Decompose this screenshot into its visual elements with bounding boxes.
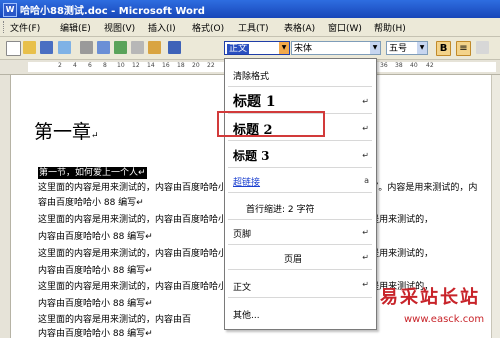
menu-grip[interactable]: [3, 21, 6, 33]
chevron-down-icon[interactable]: ▼: [279, 42, 289, 54]
style-option-heading-3[interactable]: 标题 3 ↵: [228, 142, 372, 168]
menu-help[interactable]: 帮助(H): [374, 21, 406, 34]
menu-window[interactable]: 窗口(W): [328, 21, 362, 34]
ruler-tick: 22: [207, 62, 215, 69]
style-value: 正文: [227, 44, 250, 54]
paragraph-mark: ↵: [362, 228, 369, 237]
body-line[interactable]: 内容由百度哈哈小 88 编写↵: [38, 298, 153, 310]
ruler-tick: 16: [162, 62, 170, 69]
font-dropdown[interactable]: 宋体 ▼: [291, 41, 381, 55]
bold-button[interactable]: B: [436, 41, 451, 56]
paragraph-mark: ↵: [362, 280, 369, 289]
menu-view[interactable]: 视图(V): [104, 21, 135, 34]
print-icon[interactable]: [80, 41, 93, 54]
menu-edit[interactable]: 编辑(E): [60, 21, 91, 34]
ruler-tick: 42: [426, 62, 434, 69]
font-size-dropdown[interactable]: 五号 ▼: [386, 41, 428, 55]
heading-text: 第一章: [34, 121, 92, 143]
paragraph-mark: ↵: [362, 253, 369, 262]
body-line[interactable]: 内容由百度哈哈小 88 编写↵: [38, 231, 153, 243]
paragraph-mark: ↵: [91, 131, 99, 141]
save-icon[interactable]: [40, 41, 53, 54]
vertical-scrollbar[interactable]: [491, 75, 500, 338]
paragraph-mark: ↵: [362, 124, 369, 133]
watermark-url: www.easck.com: [404, 314, 485, 325]
style-option-footer[interactable]: 页脚 ↵: [228, 221, 372, 245]
style-dropdown-list: 清除格式 标题 1 ↵ 标题 2 ↵ 标题 3 ↵ 超链接 a 首行缩进: 2 …: [224, 58, 377, 330]
style-option-label: 首行缩进: 2 字符: [246, 205, 315, 215]
watermark-logo: 易采站长站: [380, 287, 480, 308]
menu-file[interactable]: 文件(F): [10, 21, 40, 34]
body-line[interactable]: 内容由百度哈哈小 88 编写↵: [38, 328, 153, 340]
new-document-icon[interactable]: [6, 41, 21, 56]
vertical-ruler: [0, 75, 11, 338]
ruler-tick: 4: [73, 62, 77, 69]
paragraph-mark: ↵: [362, 97, 369, 106]
style-option-label: 标题 3: [233, 149, 270, 163]
style-option-label: 页眉: [284, 255, 303, 265]
print-preview-icon[interactable]: [97, 41, 110, 54]
ruler-tick: 8: [103, 62, 107, 69]
ruler-tick: 40: [410, 62, 418, 69]
ruler-tick: 20: [192, 62, 200, 69]
permission-icon[interactable]: [58, 41, 71, 54]
window-title: 哈哈小88测试.doc - Microsoft Word: [20, 6, 205, 17]
ruler-tick: 6: [88, 62, 92, 69]
font-size-value: 五号: [389, 44, 408, 54]
ruler-tick: 36: [380, 62, 388, 69]
highlight-annotation-box: [217, 111, 325, 137]
style-option-hyperlink[interactable]: 超链接 a: [228, 169, 372, 193]
style-option-more[interactable]: 其他...: [228, 300, 372, 326]
ruler-tick: 38: [395, 62, 403, 69]
style-option-label: 其他...: [233, 311, 260, 321]
style-option-label: 标题 1: [233, 94, 276, 110]
paragraph-mark: ↵: [362, 151, 369, 160]
undo-icon[interactable]: [168, 41, 181, 54]
chevron-down-icon[interactable]: ▼: [417, 42, 427, 54]
style-option-label: 超链接: [233, 178, 261, 188]
style-option-first-line-indent[interactable]: 首行缩进: 2 字符: [228, 194, 372, 220]
menu-bar: 文件(F) 编辑(E) 视图(V) 插入(I) 格式(O) 工具(T) 表格(A…: [0, 18, 500, 37]
style-option-label: 页脚: [233, 230, 252, 240]
ruler-tick: 10: [117, 62, 125, 69]
research-icon[interactable]: [131, 41, 144, 54]
spelling-icon[interactable]: [114, 41, 127, 54]
selected-text[interactable]: 第一节，如何爱上一个人↵: [38, 167, 147, 179]
menu-insert[interactable]: 插入(I): [148, 21, 176, 34]
paste-icon[interactable]: [148, 41, 161, 54]
body-line[interactable]: 容由百度哈哈小 88 编写↵: [38, 197, 144, 209]
chevron-down-icon[interactable]: ▼: [370, 42, 380, 54]
style-dropdown[interactable]: 正文 ▼: [224, 41, 290, 55]
menu-format[interactable]: 格式(O): [192, 21, 224, 34]
word-app-icon: W: [3, 3, 17, 17]
align-justify-button[interactable]: ≡: [456, 41, 471, 56]
style-option-header[interactable]: 页眉 ↵: [228, 246, 372, 270]
style-option-normal[interactable]: 正文 ↵: [228, 272, 372, 298]
font-value: 宋体: [294, 44, 313, 54]
menu-tools[interactable]: 工具(T): [238, 21, 269, 34]
style-option-label: 清除格式: [233, 72, 270, 82]
style-option-clear-formatting[interactable]: 清除格式: [228, 61, 372, 87]
align-right-icon[interactable]: [476, 41, 489, 54]
body-line[interactable]: 内容由百度哈哈小 88 编写↵: [38, 265, 153, 277]
menu-table[interactable]: 表格(A): [284, 21, 315, 34]
title-bar: W 哈哈小88测试.doc - Microsoft Word: [0, 0, 500, 18]
open-folder-icon[interactable]: [23, 41, 36, 54]
ruler-tick: 14: [147, 62, 155, 69]
character-style-mark: a: [364, 176, 369, 185]
formatting-toolbar: 正文 ▼ 宋体 ▼ 五号 ▼ B ≡: [0, 37, 500, 60]
body-line[interactable]: 这里面的内容是用来测试的，内容由百: [38, 314, 191, 326]
ruler-tick: 18: [177, 62, 185, 69]
document-heading[interactable]: 第一章↵: [34, 117, 99, 144]
style-option-label: 正文: [233, 283, 252, 293]
ruler-tick: 2: [58, 62, 62, 69]
ruler-tick: 12: [132, 62, 140, 69]
